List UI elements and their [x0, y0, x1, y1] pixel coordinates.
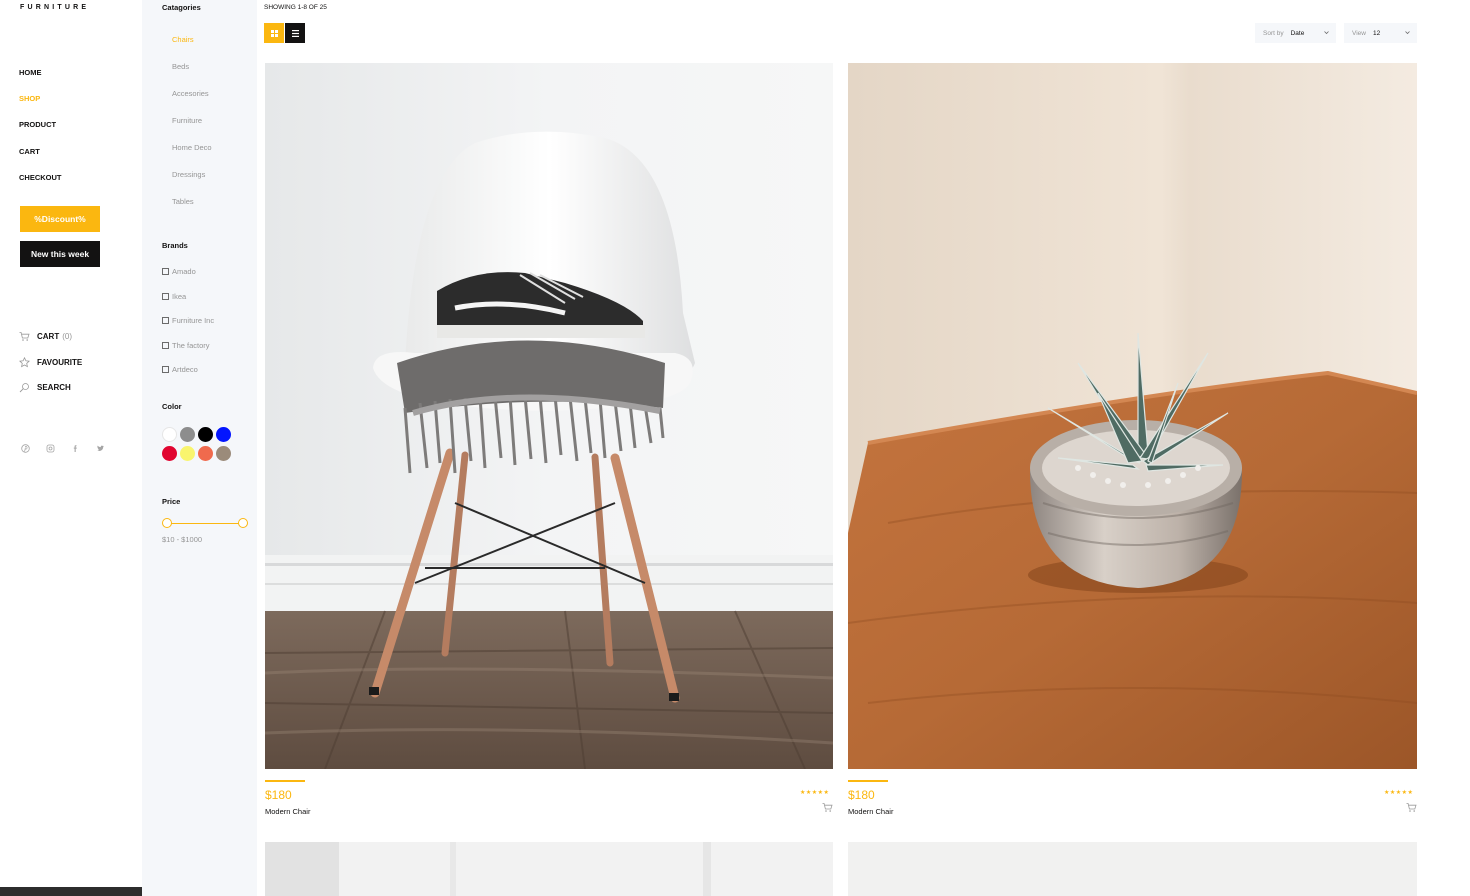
facebook-icon[interactable] — [69, 442, 81, 454]
product-name[interactable]: Modern Chair — [848, 807, 893, 816]
brand-list: Amado Ikea Furniture Inc The factory Art… — [162, 267, 214, 390]
category-item-dressings[interactable]: Dressings — [172, 170, 212, 197]
nav-item-home[interactable]: HOME — [19, 68, 62, 94]
view-label: View — [1352, 29, 1366, 37]
social-links — [19, 442, 106, 454]
categories-title: Catagories — [162, 3, 201, 12]
user-nav: CART (0) FAVOURITE SEARCH — [19, 324, 82, 401]
checkbox[interactable] — [162, 366, 169, 374]
view-count-select[interactable]: View 12 — [1344, 23, 1417, 43]
nav-item-product[interactable]: PRODUCT — [19, 120, 62, 146]
cart-link[interactable]: CART (0) — [19, 324, 82, 349]
chevron-down-icon — [1324, 31, 1329, 35]
view-value: 12 — [1372, 29, 1381, 37]
main-menu: HOME SHOP PRODUCT CART CHECKOUT — [19, 68, 62, 199]
nav-item-cart[interactable]: CART — [19, 147, 62, 173]
price-slider[interactable] — [162, 518, 248, 528]
add-to-cart-icon[interactable] — [822, 800, 833, 812]
color-swatches — [162, 427, 242, 461]
slider-min-handle[interactable] — [162, 518, 172, 528]
brand-option[interactable]: Furniture Inc — [162, 316, 214, 341]
category-list: Chairs Beds Accesories Furniture Home De… — [172, 35, 212, 224]
brand-label: The factory — [172, 340, 210, 350]
brands-title: Brands — [162, 241, 188, 250]
grid-view-button[interactable] — [264, 23, 284, 43]
price-accent-line — [265, 780, 305, 782]
color-swatch[interactable] — [180, 446, 195, 461]
product-price: $180 — [848, 788, 875, 802]
color-swatch[interactable] — [198, 446, 213, 461]
filter-sidebar: Catagories Chairs Beds Accesories Furnit… — [142, 0, 257, 896]
nav-item-shop[interactable]: SHOP — [19, 94, 62, 120]
checkbox[interactable] — [162, 317, 169, 325]
price-accent-line — [848, 780, 888, 782]
pinterest-icon[interactable] — [19, 442, 31, 454]
sort-select[interactable]: Sort by Date — [1255, 23, 1336, 43]
add-to-cart-icon[interactable] — [1406, 800, 1417, 812]
color-swatch[interactable] — [162, 427, 177, 442]
product-image[interactable] — [848, 842, 1417, 896]
checkbox[interactable] — [162, 292, 169, 300]
brand-option[interactable]: The factory — [162, 341, 214, 366]
sort-value: Date — [1290, 29, 1305, 37]
grid-icon — [270, 29, 278, 37]
list-icon — [291, 29, 299, 37]
product-name[interactable]: Modern Chair — [265, 807, 310, 816]
product-rating-stars: ★★★★★ — [800, 790, 830, 796]
price-title: Price — [162, 497, 181, 506]
twitter-icon[interactable] — [94, 442, 106, 454]
color-swatch[interactable] — [216, 446, 231, 461]
cart-icon — [19, 331, 30, 342]
checkbox[interactable] — [162, 268, 169, 275]
search-label: SEARCH — [37, 383, 71, 392]
color-title: Color — [162, 402, 182, 411]
brand-label: Ikea — [172, 291, 187, 301]
product-image-plant[interactable] — [848, 63, 1417, 769]
product-price: $180 — [265, 788, 292, 802]
favourite-link[interactable]: FAVOURITE — [19, 350, 82, 375]
results-count: SHOWING 1-8 OF 25 — [264, 4, 327, 11]
color-swatch[interactable] — [162, 446, 177, 461]
sort-label: Sort by — [1263, 29, 1284, 37]
product-image-chair[interactable] — [265, 63, 833, 769]
slider-track — [166, 522, 244, 524]
new-this-week-button[interactable]: New this week — [20, 241, 100, 267]
cart-label: CART — [37, 332, 60, 341]
product-rating-stars: ★★★★★ — [1384, 790, 1414, 796]
brand-label: Artdeco — [172, 365, 198, 375]
product-image[interactable] — [265, 842, 833, 896]
left-navigation: FURNITURE HOME SHOP PRODUCT CART CHECKOU… — [0, 0, 250, 896]
nav-item-checkout[interactable]: CHECKOUT — [19, 173, 62, 199]
discount-button[interactable]: %Discount% — [20, 206, 100, 232]
category-item-furniture[interactable]: Furniture — [172, 116, 212, 143]
cart-count: (0) — [62, 332, 72, 341]
category-item-tables[interactable]: Tables — [172, 197, 212, 224]
price-range-value: $10 - $1000 — [162, 535, 203, 544]
brand-option[interactable]: Artdeco — [162, 365, 214, 390]
brand-label: Furniture Inc — [172, 316, 215, 326]
star-icon — [19, 356, 30, 368]
brand-label: Amado — [172, 267, 196, 276]
list-view-button[interactable] — [285, 23, 305, 43]
favourite-label: FAVOURITE — [37, 357, 83, 367]
slider-max-handle[interactable] — [238, 518, 248, 528]
category-item-beds[interactable]: Beds — [172, 62, 212, 89]
category-item-home-deco[interactable]: Home Deco — [172, 143, 212, 170]
search-link[interactable]: SEARCH — [19, 375, 82, 400]
color-swatch[interactable] — [198, 427, 213, 442]
brand-option[interactable]: Ikea — [162, 292, 214, 317]
category-item-accesories[interactable]: Accesories — [172, 89, 212, 116]
instagram-icon[interactable] — [44, 442, 56, 454]
color-swatch[interactable] — [180, 427, 195, 442]
brand-option[interactable]: Amado — [162, 267, 214, 292]
category-item-chairs[interactable]: Chairs — [172, 35, 212, 62]
search-icon — [19, 382, 30, 393]
checkbox[interactable] — [162, 341, 169, 349]
brand-logo[interactable]: FURNITURE — [20, 4, 89, 11]
color-swatch[interactable] — [216, 427, 231, 442]
chevron-down-icon — [1405, 31, 1410, 35]
